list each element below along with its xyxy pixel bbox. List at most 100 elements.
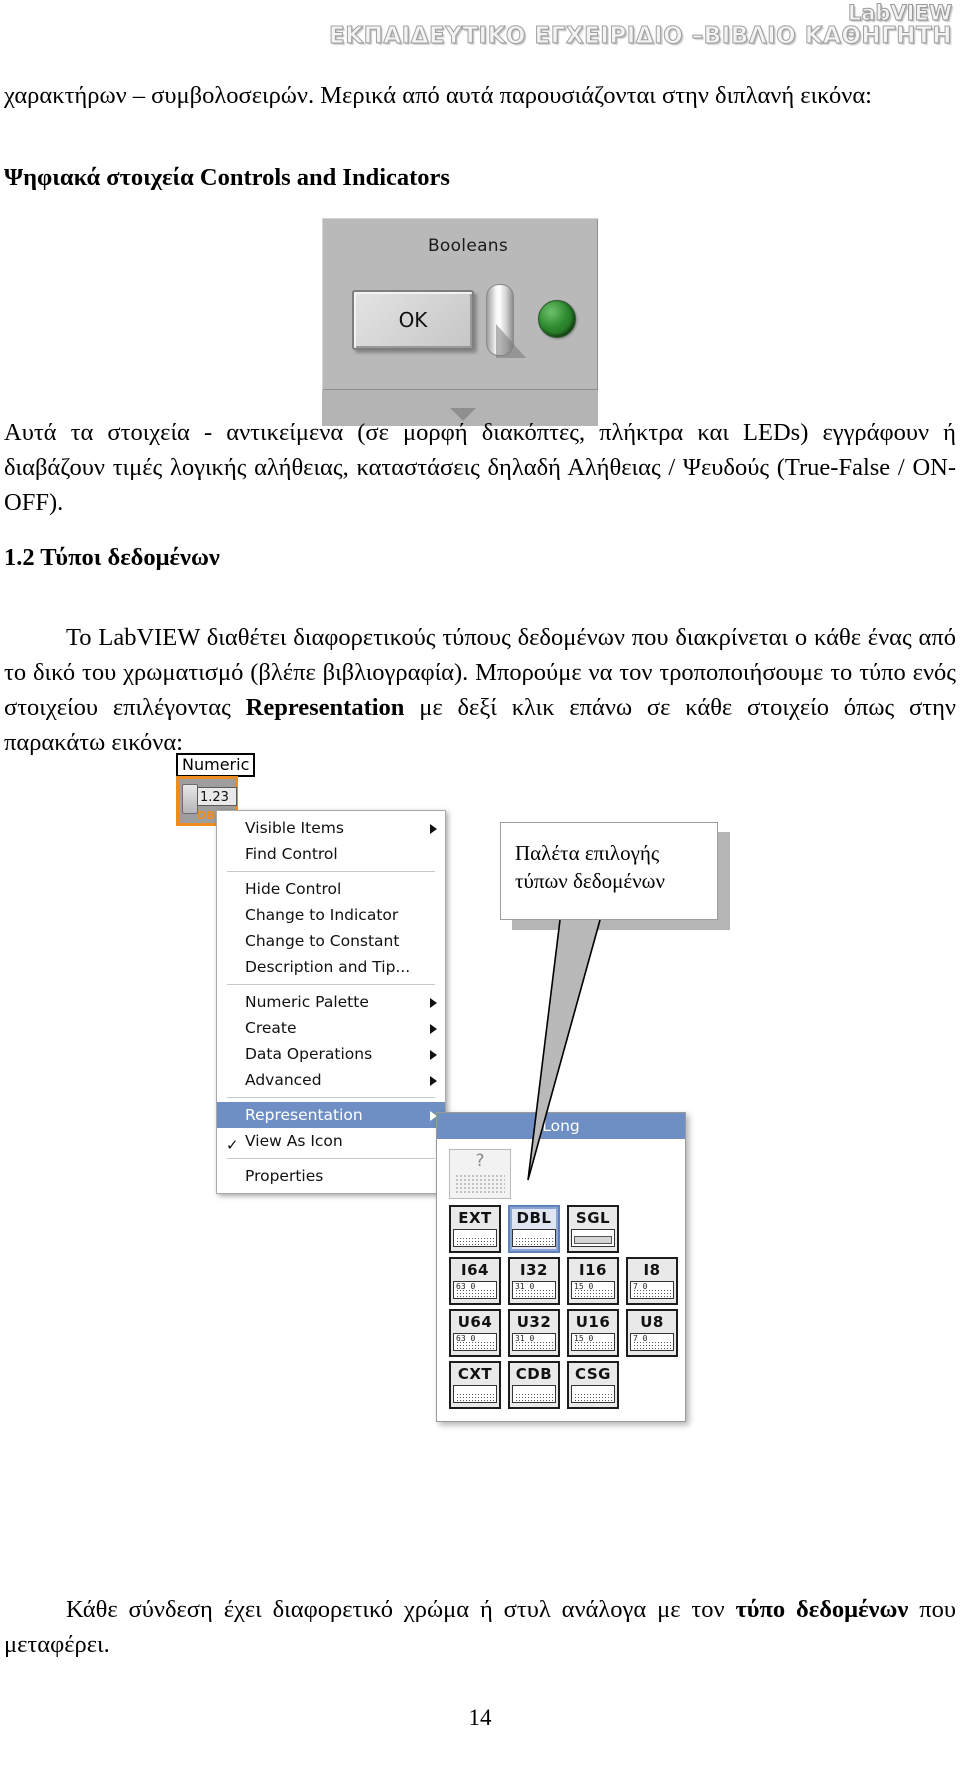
heading-section-1-2: 1.2 Τύποι δεδομένων bbox=[4, 544, 220, 571]
menu-item-label: Hide Control bbox=[245, 880, 342, 898]
type-tile-cxt[interactable]: CXT bbox=[449, 1361, 501, 1409]
menu-item-representation[interactable]: Representation bbox=[217, 1102, 445, 1128]
dot-pattern-icon bbox=[456, 1237, 494, 1245]
type-tile-u64[interactable]: U64 63 0 bbox=[449, 1309, 501, 1357]
menu-item-find-control[interactable]: Find Control bbox=[217, 841, 445, 867]
submenu-arrow-icon bbox=[430, 998, 437, 1008]
type-glyph bbox=[571, 1229, 615, 1247]
booleans-panel-screenshot: Booleans OK bbox=[322, 218, 598, 390]
round-led-indicator[interactable] bbox=[538, 300, 576, 338]
para-kathe-part1: Κάθε σύνδεση έχει διαφορετικό χρώμα ή στ… bbox=[66, 1596, 736, 1623]
type-glyph: 7 0 bbox=[630, 1333, 674, 1351]
menu-item-label: Visible Items bbox=[245, 819, 344, 837]
type-glyph: 63 0 bbox=[453, 1333, 497, 1351]
palette-row-complex: CXT CDB CSG bbox=[449, 1361, 685, 1409]
type-tile-label: U64 bbox=[457, 1313, 493, 1331]
paragraph-boolean-description: Αυτά τα στοιχεία - αντικείμενα (σε μορφή… bbox=[4, 419, 956, 516]
type-tile-label: I8 bbox=[643, 1261, 661, 1279]
type-tile-sgl[interactable]: SGL bbox=[567, 1205, 619, 1253]
type-glyph bbox=[453, 1229, 497, 1247]
menu-item-visible-items[interactable]: Visible Items bbox=[217, 815, 445, 841]
menu-separator bbox=[227, 1097, 435, 1098]
menu-item-label: Data Operations bbox=[245, 1045, 373, 1063]
menu-item-label: Create bbox=[245, 1019, 297, 1037]
type-tile-i8[interactable]: I8 7 0 bbox=[626, 1257, 678, 1305]
type-tile-u32[interactable]: U32 31 0 bbox=[508, 1309, 560, 1357]
type-tile-csg[interactable]: CSG bbox=[567, 1361, 619, 1409]
menu-item-description-and-tip[interactable]: Description and Tip... bbox=[217, 954, 445, 980]
menu-item-change-to-indicator[interactable]: Change to Indicator bbox=[217, 902, 445, 928]
menu-item-change-to-constant[interactable]: Change to Constant bbox=[217, 928, 445, 954]
menu-item-hide-control[interactable]: Hide Control bbox=[217, 876, 445, 902]
dot-pattern-icon bbox=[515, 1289, 553, 1297]
numeric-value-field[interactable]: 1.23 bbox=[197, 787, 237, 806]
bar-icon bbox=[574, 1236, 612, 1244]
menu-item-create[interactable]: Create bbox=[217, 1015, 445, 1041]
type-tile-cdb[interactable]: CDB bbox=[508, 1361, 560, 1409]
menu-item-label: Change to Indicator bbox=[245, 906, 399, 924]
type-tile-i32[interactable]: I32 31 0 bbox=[508, 1257, 560, 1305]
type-tile-u8[interactable]: U8 7 0 bbox=[626, 1309, 678, 1357]
submenu-arrow-icon bbox=[430, 1024, 437, 1034]
menu-item-properties[interactable]: Properties bbox=[217, 1163, 445, 1189]
menu-item-data-operations[interactable]: Data Operations bbox=[217, 1041, 445, 1067]
menu-item-label: Advanced bbox=[245, 1071, 322, 1089]
unknown-type-tile[interactable]: ? bbox=[449, 1149, 511, 1199]
paragraph-datatypes-description: Το LabVIEW διαθέτει διαφορετικούς τύπους… bbox=[4, 620, 956, 760]
type-tile-label: U32 bbox=[516, 1313, 552, 1331]
type-tile-label: EXT bbox=[458, 1209, 492, 1227]
labview-context-menu-screenshot: Numeric 1.23 DBL Visible Items Find Cont… bbox=[148, 748, 848, 1468]
dot-pattern-icon bbox=[574, 1289, 612, 1297]
menu-item-label: Description and Tip... bbox=[245, 958, 411, 976]
dot-pattern-icon bbox=[456, 1289, 494, 1297]
type-tile-label: U8 bbox=[640, 1313, 664, 1331]
type-tile-u16[interactable]: U16 15 0 bbox=[567, 1309, 619, 1357]
type-tile-label: CDB bbox=[515, 1365, 553, 1383]
palette-row-float: EXT DBL SGL bbox=[449, 1205, 685, 1253]
type-glyph: 7 0 bbox=[630, 1281, 674, 1299]
type-glyph: 31 0 bbox=[512, 1281, 556, 1299]
vertical-toggle-switch[interactable] bbox=[482, 284, 526, 358]
para-kathe-bold: τύπο δεδομένων bbox=[735, 1596, 909, 1623]
type-tile-label: U16 bbox=[575, 1313, 611, 1331]
dot-pattern-icon bbox=[456, 1341, 494, 1349]
menu-item-label: Properties bbox=[245, 1167, 324, 1185]
submenu-arrow-icon bbox=[430, 1076, 437, 1086]
paragraph-connections: Κάθε σύνδεση έχει διαφορετικό χρώμα ή στ… bbox=[4, 1592, 956, 1662]
dot-pattern-icon bbox=[515, 1341, 553, 1349]
document-page: LabVIEW ΕΚΠΑΙΔΕΥΤΙΚΟ ΕΓΧΕΙΡΙΔΙΟ –ΒΙΒΛΙΟ … bbox=[0, 0, 960, 1766]
type-tile-label: I16 bbox=[579, 1261, 607, 1279]
checkmark-icon: ✓ bbox=[226, 1136, 239, 1154]
representation-type-palette[interactable]: Long ? EXT DBL SGL I64 63 0 I32 31 0 I16… bbox=[436, 1112, 686, 1422]
context-menu[interactable]: Visible Items Find Control Hide Control … bbox=[216, 810, 446, 1194]
type-glyph: 15 0 bbox=[571, 1333, 615, 1351]
dot-pattern-icon bbox=[574, 1341, 612, 1349]
menu-item-advanced[interactable]: Advanced bbox=[217, 1067, 445, 1093]
menu-item-label: Numeric Palette bbox=[245, 993, 369, 1011]
ok-button[interactable]: OK bbox=[352, 290, 474, 350]
menu-item-numeric-palette[interactable]: Numeric Palette bbox=[217, 989, 445, 1015]
callout-line-1: Παλέτα επιλογής bbox=[515, 841, 660, 865]
submenu-arrow-icon bbox=[430, 1050, 437, 1060]
para-lab-representation-bold: Representation bbox=[245, 694, 405, 721]
type-tile-label: DBL bbox=[516, 1209, 552, 1227]
palette-row-signed-int: I64 63 0 I32 31 0 I16 15 0 I8 7 0 bbox=[449, 1257, 685, 1305]
menu-item-view-as-icon[interactable]: ✓ View As Icon bbox=[217, 1128, 445, 1154]
type-tile-label: CSG bbox=[575, 1365, 611, 1383]
palette-header-label: Long bbox=[437, 1113, 685, 1139]
type-tile-dbl[interactable]: DBL bbox=[508, 1205, 560, 1253]
type-glyph bbox=[512, 1385, 556, 1403]
type-tile-ext[interactable]: EXT bbox=[449, 1205, 501, 1253]
booleans-panel-title: Booleans bbox=[427, 236, 509, 256]
question-mark-icon: ? bbox=[475, 1151, 485, 1171]
heading-digital-controls: Ψηφιακά στοιχεία Controls and Indicators bbox=[4, 164, 450, 191]
menu-separator bbox=[227, 1158, 435, 1159]
dot-pattern-icon bbox=[633, 1289, 671, 1297]
type-glyph bbox=[571, 1385, 615, 1403]
type-tile-i16[interactable]: I16 15 0 bbox=[567, 1257, 619, 1305]
increment-decrement-spinner[interactable] bbox=[182, 784, 198, 814]
type-glyph: 31 0 bbox=[512, 1333, 556, 1351]
type-tile-i64[interactable]: I64 63 0 bbox=[449, 1257, 501, 1305]
dot-pattern-icon bbox=[574, 1393, 612, 1401]
header-labview-title: LabVIEW bbox=[847, 1, 952, 25]
